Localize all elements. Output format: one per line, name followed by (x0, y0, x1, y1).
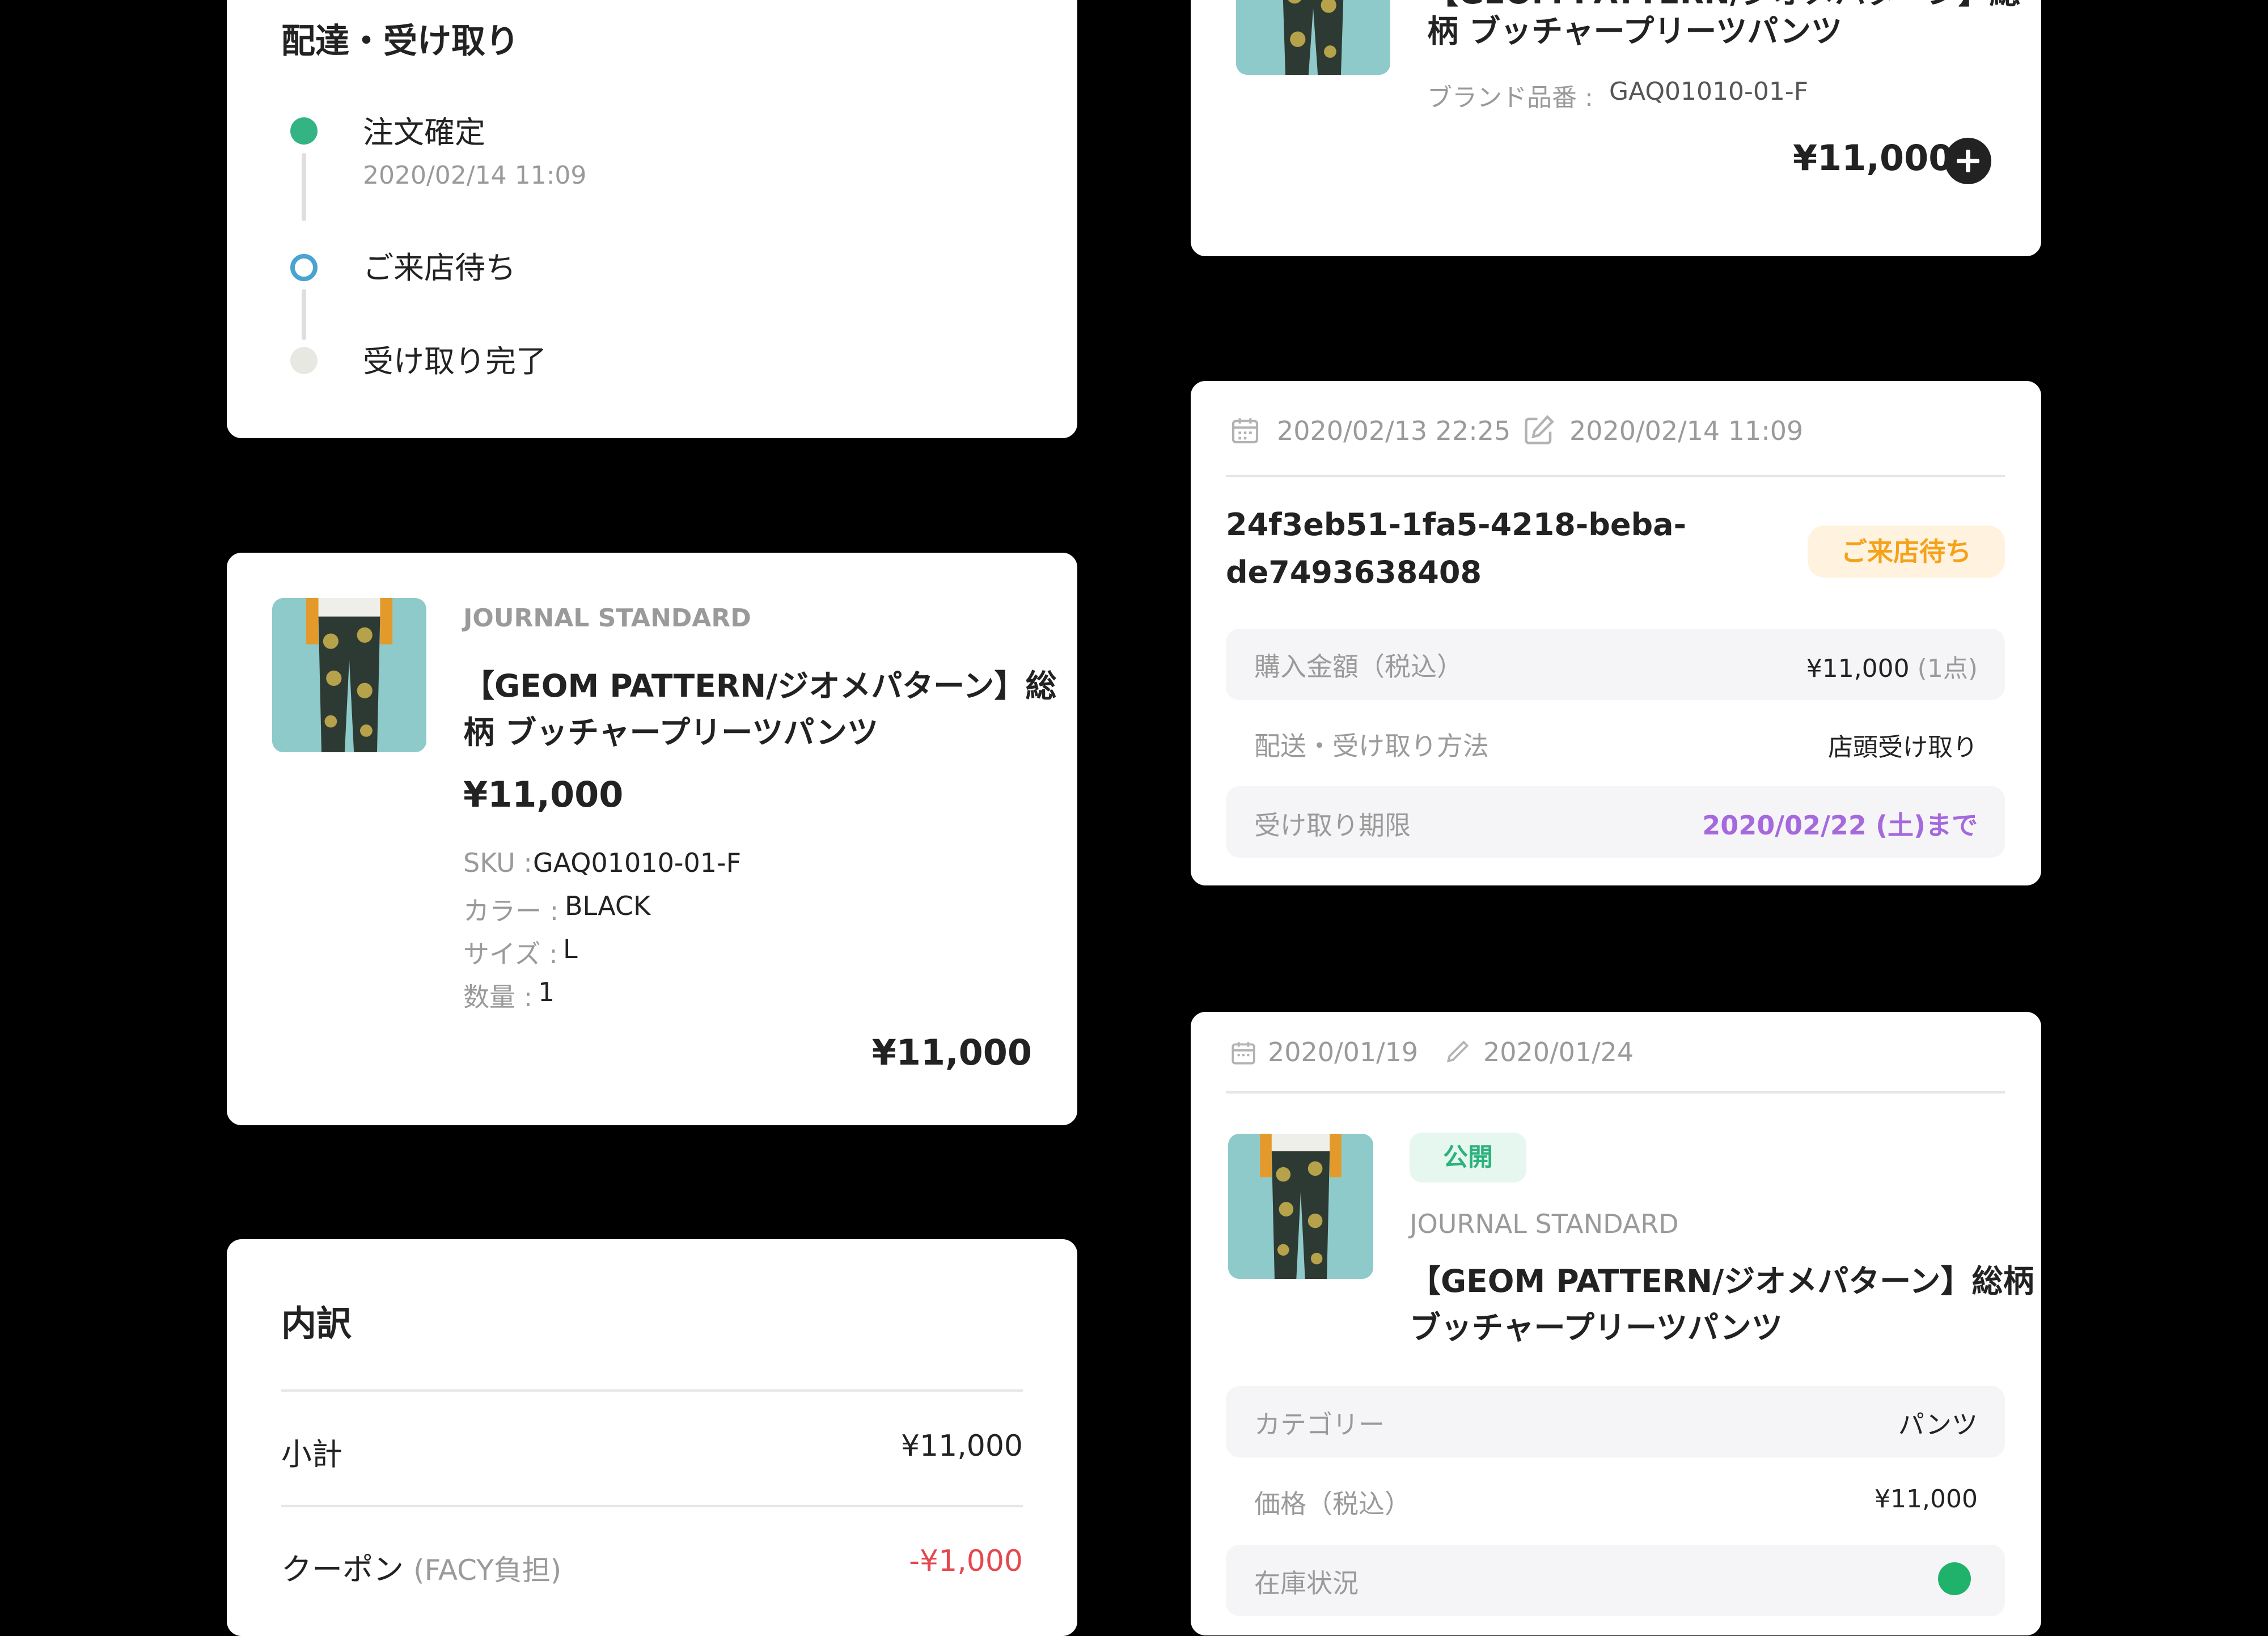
spec-value-color: BLACK (565, 891, 651, 921)
divider (1226, 475, 2005, 477)
purchase-count: (1点) (1917, 654, 1978, 683)
order-id-cont: de7493638408 (1226, 554, 1482, 590)
product-image (1228, 1134, 1373, 1279)
step-done-indicator (290, 117, 318, 145)
price-value: ¥11,000 (1875, 1485, 1978, 1514)
product-name-cont: 柄 ブッチャープリーツパンツ (1427, 13, 1842, 49)
calendar-icon (1232, 1042, 1255, 1065)
created-date: 2020/01/19 (1268, 1037, 1419, 1067)
delivery-method-label: 配送・受け取り方法 (1254, 731, 1489, 761)
product-summary-card: 【GEOM PATTERN/ジオメパターン】総 柄 ブッチャープリーツパンツ ブ… (1191, 0, 2041, 256)
divider (281, 1505, 1023, 1507)
price-label: 価格（税込） (1254, 1489, 1411, 1519)
timeline-connector (302, 153, 306, 221)
calendar-icon (1232, 418, 1259, 444)
spec-value-size: L (563, 934, 578, 964)
coupon-label: クーポン (281, 1552, 404, 1587)
product-name-cont: 柄 ブッチャープリーツパンツ (463, 714, 878, 751)
stock-status-indicator (1938, 1562, 1971, 1595)
updated-date: 2020/02/14 11:09 (1569, 416, 1804, 446)
delivery-method-value: 店頭受け取り (1828, 733, 1978, 762)
pencil-icon (1446, 1040, 1469, 1063)
timeline-connector (302, 289, 306, 340)
stock-label: 在庫状況 (1254, 1568, 1359, 1599)
listing-card[interactable]: 2020/01/19 2020/01/24 公開 JOURNAL STANDAR… (1191, 1012, 2041, 1635)
product-name-cont: ブッチャープリーツパンツ (1410, 1309, 1783, 1346)
divider (1226, 1091, 2005, 1094)
pickup-deadline-value: 2020/02/22 (土)まで (1702, 810, 1978, 841)
spec-key-size: サイズ : (463, 939, 558, 969)
product-price: ¥11,000 (1793, 137, 1953, 179)
public-status-badge: 公開 (1410, 1133, 1526, 1183)
purchase-amount-value: ¥11,000 (1806, 654, 1910, 683)
created-date: 2020/02/13 22:25 (1277, 416, 1511, 446)
order-card[interactable]: 2020/02/13 22:25 2020/02/14 11:09 24f3eb… (1191, 381, 2041, 885)
step-label-waiting: ご来店待ち (363, 250, 516, 286)
brand-code: GAQ01010-01-F (1609, 77, 1809, 106)
step-pending-indicator (290, 347, 318, 374)
purchase-amount-label: 購入金額（税込） (1254, 651, 1463, 682)
spec-value-quantity: 1 (538, 977, 555, 1007)
spec-key-sku: SKU : (463, 847, 532, 878)
breakdown-title: 内訳 (281, 1303, 352, 1344)
status-badge: ご来店待ち (1808, 525, 2005, 578)
step-label-ordered: 注文確定 (363, 115, 485, 150)
spec-value-sku: GAQ01010-01-F (533, 847, 742, 878)
edit-icon (1525, 414, 1554, 444)
order-id: 24f3eb51-1fa5-4218-beba- (1226, 507, 1687, 542)
product-image (272, 598, 426, 752)
coupon-note: (FACY負担) (413, 1554, 562, 1587)
product-name: 【GEOM PATTERN/ジオメパターン】総柄 (1410, 1263, 2034, 1299)
coupon-row: クーポン (FACY負担) (281, 1544, 561, 1589)
category-value: パンツ (1898, 1409, 1978, 1440)
brand-code-label: ブランド品番 : (1427, 83, 1593, 112)
product-price: ¥11,000 (463, 774, 624, 815)
step-time-ordered: 2020/02/14 11:09 (363, 161, 587, 190)
spec-key-quantity: 数量 : (463, 982, 533, 1012)
coupon-value: -¥1,000 (909, 1544, 1023, 1578)
step-current-indicator (290, 254, 318, 281)
plus-circle-icon[interactable] (1945, 138, 1991, 184)
breakdown-card: 内訳 小計 ¥11,000 クーポン (FACY負担) -¥1,000 (227, 1239, 1077, 1636)
product-image (1236, 0, 1390, 75)
delivery-card: 配達・受け取り 注文確定 2020/02/14 11:09 ご来店待ち 受け取り… (227, 0, 1077, 438)
product-name: 【GEOM PATTERN/ジオメパターン】総 (463, 668, 1057, 704)
delivery-title: 配達・受け取り (281, 22, 519, 61)
subtotal-value: ¥11,000 (900, 1429, 1023, 1463)
purchase-amount: ¥11,000 (1点) (1806, 648, 1978, 684)
product-brand: JOURNAL STANDARD (1410, 1209, 1679, 1239)
updated-date: 2020/01/24 (1483, 1037, 1634, 1067)
product-card: JOURNAL STANDARD 【GEOM PATTERN/ジオメパターン】総… (227, 553, 1077, 1125)
spec-key-color: カラー : (463, 896, 559, 926)
category-label: カテゴリー (1254, 1409, 1385, 1440)
product-brand: JOURNAL STANDARD (463, 604, 751, 633)
product-total: ¥11,000 (871, 1032, 1032, 1073)
pickup-deadline-label: 受け取り期限 (1254, 810, 1411, 841)
subtotal-label: 小計 (281, 1436, 342, 1472)
divider (281, 1389, 1023, 1392)
step-label-complete: 受け取り完了 (363, 344, 547, 379)
